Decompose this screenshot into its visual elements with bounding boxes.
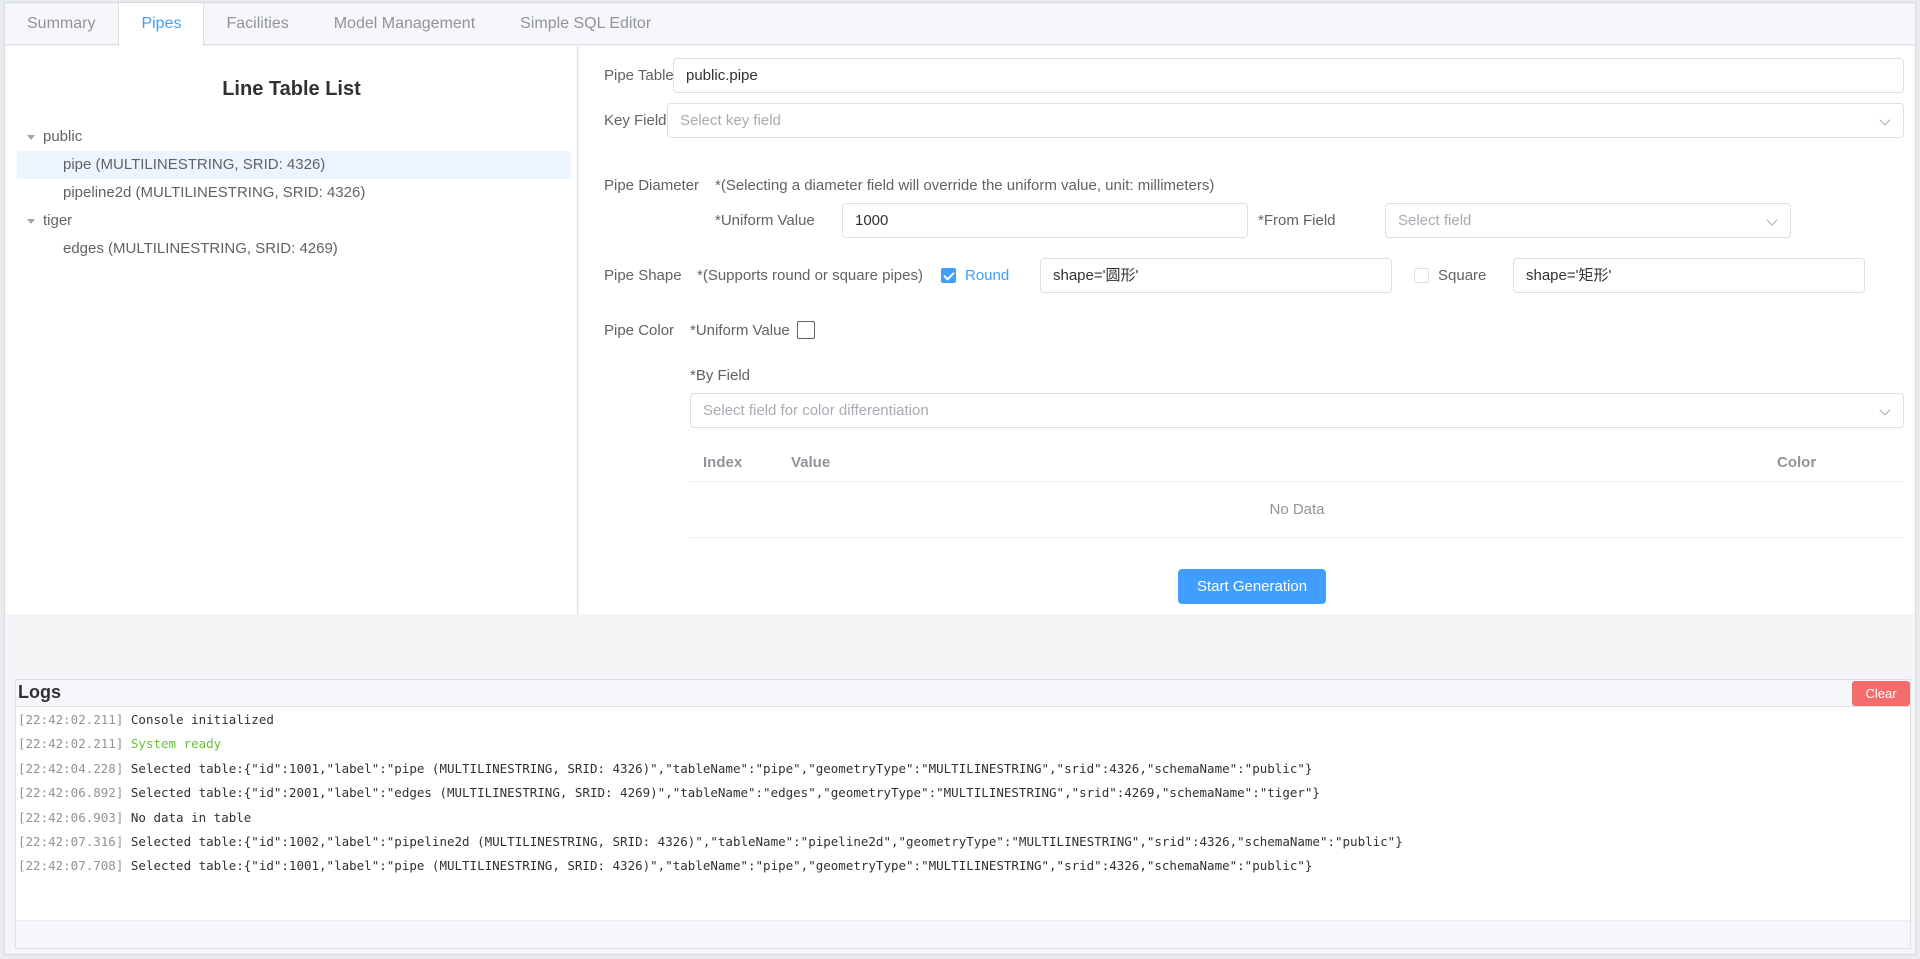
tree-node-pipe[interactable]: pipe (MULTILINESTRING, SRID: 4326) [17,151,571,179]
log-message: Selected table:{"id":1001,"label":"pipe … [130,760,1313,776]
tree-node-label: pipe (MULTILINESTRING, SRID: 4326) [63,156,326,173]
tab-facilities[interactable]: Facilities [204,3,311,45]
log-timestamp: [22:42:02.211] [18,712,124,727]
logs-footer [16,920,1910,948]
log-line: [22:42:07.708] Selected table:{"id":1001… [18,856,1908,880]
tree-node-edges[interactable]: edges (MULTILINESTRING, SRID: 4269) [17,235,571,263]
tab-model-management[interactable]: Model Management [312,3,498,45]
by-field-label: *By Field [690,367,751,384]
log-timestamp: [22:42:02.211] [18,736,124,752]
round-condition-input[interactable]: shape='圆形' [1040,258,1392,293]
tab-bar: Summary Pipes Facilities Model Managemen… [5,3,1915,46]
pipe-diameter-label: Pipe Diameter [604,177,700,194]
log-message: No data in table [130,809,252,825]
line-table-panel: Line Table List public pipe (MULTILINEST… [5,46,578,614]
tree-node-label: pipeline2d (MULTILINESTRING, SRID: 4326) [63,184,366,201]
column-value: Value [791,454,831,471]
pipe-config-form: Pipe Table public.pipe Key Field Select … [579,46,1915,614]
pipe-table-input[interactable]: public.pipe [673,58,1904,93]
tree-node-tiger[interactable]: tiger [17,207,571,235]
log-line: [22:42:04.228] Selected table:{"id":1001… [18,759,1908,783]
pipe-color-label: Pipe Color [604,322,675,339]
caret-down-icon[interactable] [27,219,35,224]
tree-node-label: tiger [43,212,73,229]
key-field-placeholder: Select key field [680,112,781,129]
log-line: [22:42:06.892] Selected table:{"id":2001… [18,783,1908,807]
log-line: [22:42:02.211] System ready [18,734,1908,758]
log-message: Console initialized [130,712,274,727]
clear-logs-button[interactable]: Clear [1852,681,1910,706]
color-uniform-label: *Uniform Value [690,322,790,339]
log-timestamp: [22:42:06.903] [18,809,124,825]
pipe-diameter-note: *(Selecting a diameter field will overri… [715,177,1215,194]
log-line: [22:42:06.903] No data in table [18,808,1908,832]
log-list[interactable]: [22:42:02.211] Console initialized [22:42… [18,710,1908,881]
tree-node-label: public [43,128,83,145]
column-color: Color [1777,454,1817,471]
log-timestamp: [22:42:07.708] [18,858,124,874]
caret-down-icon[interactable] [27,135,35,140]
chevron-down-icon [1766,214,1778,226]
log-timestamp: [22:42:04.228] [18,760,124,776]
uniform-value-label: *Uniform Value [715,212,815,229]
chevron-down-icon [1879,404,1891,416]
from-field-label: *From Field [1258,212,1336,229]
diameter-uniform-input[interactable]: 1000 [842,203,1248,238]
square-label[interactable]: Square [1438,267,1486,284]
diameter-field-select[interactable]: Select field [1385,203,1791,238]
table-tree: public pipe (MULTILINESTRING, SRID: 4326… [17,123,571,263]
color-field-placeholder: Select field for color differentiation [703,402,929,419]
tab-summary[interactable]: Summary [5,3,118,45]
panel-title: Line Table List [222,78,361,100]
tab-pipes[interactable]: Pipes [118,3,205,46]
tab-simple-sql-editor[interactable]: Simple SQL Editor [498,3,674,45]
key-field-label: Key Field [604,112,667,129]
column-index: Index [703,454,743,471]
log-message: Selected table:{"id":1001,"label":"pipe … [130,858,1313,874]
chevron-down-icon [1879,114,1891,126]
color-uniform-checkbox[interactable] [797,321,815,339]
tree-node-pipeline2d[interactable]: pipeline2d (MULTILINESTRING, SRID: 4326) [17,179,571,207]
log-message: Selected table:{"id":1002,"label":"pipel… [130,833,1403,849]
pipe-shape-label: Pipe Shape [604,267,682,284]
key-field-select[interactable]: Select key field [667,103,1904,138]
log-message: System ready [130,736,222,752]
pipe-shape-note: *(Supports round or square pipes) [697,267,923,284]
logs-panel: Logs Clear [22:42:02.211] Console initia… [15,679,1911,949]
from-field-placeholder: Select field [1398,212,1472,229]
square-checkbox[interactable] [1414,268,1429,283]
color-table-empty: No Data [690,483,1904,538]
round-checkbox[interactable] [941,268,956,283]
log-line: [22:42:02.211] Console initialized [18,710,1908,734]
logs-title: Logs [18,682,61,702]
log-line: [22:42:07.316] Selected table:{"id":1002… [18,832,1908,856]
color-table-header: Index Value Color [690,444,1904,482]
pipe-table-label: Pipe Table [604,67,674,84]
round-label[interactable]: Round [965,267,1009,284]
tree-node-public[interactable]: public [17,123,571,151]
color-field-select[interactable]: Select field for color differentiation [690,393,1904,428]
logs-header: Logs Clear [16,680,1910,707]
log-timestamp: [22:42:06.892] [18,785,124,801]
tree-node-label: edges (MULTILINESTRING, SRID: 4269) [63,240,338,257]
start-generation-button[interactable]: Start Generation [1178,569,1326,604]
app-window: Summary Pipes Facilities Model Managemen… [4,2,1916,955]
log-message: Selected table:{"id":2001,"label":"edges… [130,785,1320,801]
log-timestamp: [22:42:07.316] [18,833,124,849]
square-condition-input[interactable]: shape='矩形' [1513,258,1865,293]
